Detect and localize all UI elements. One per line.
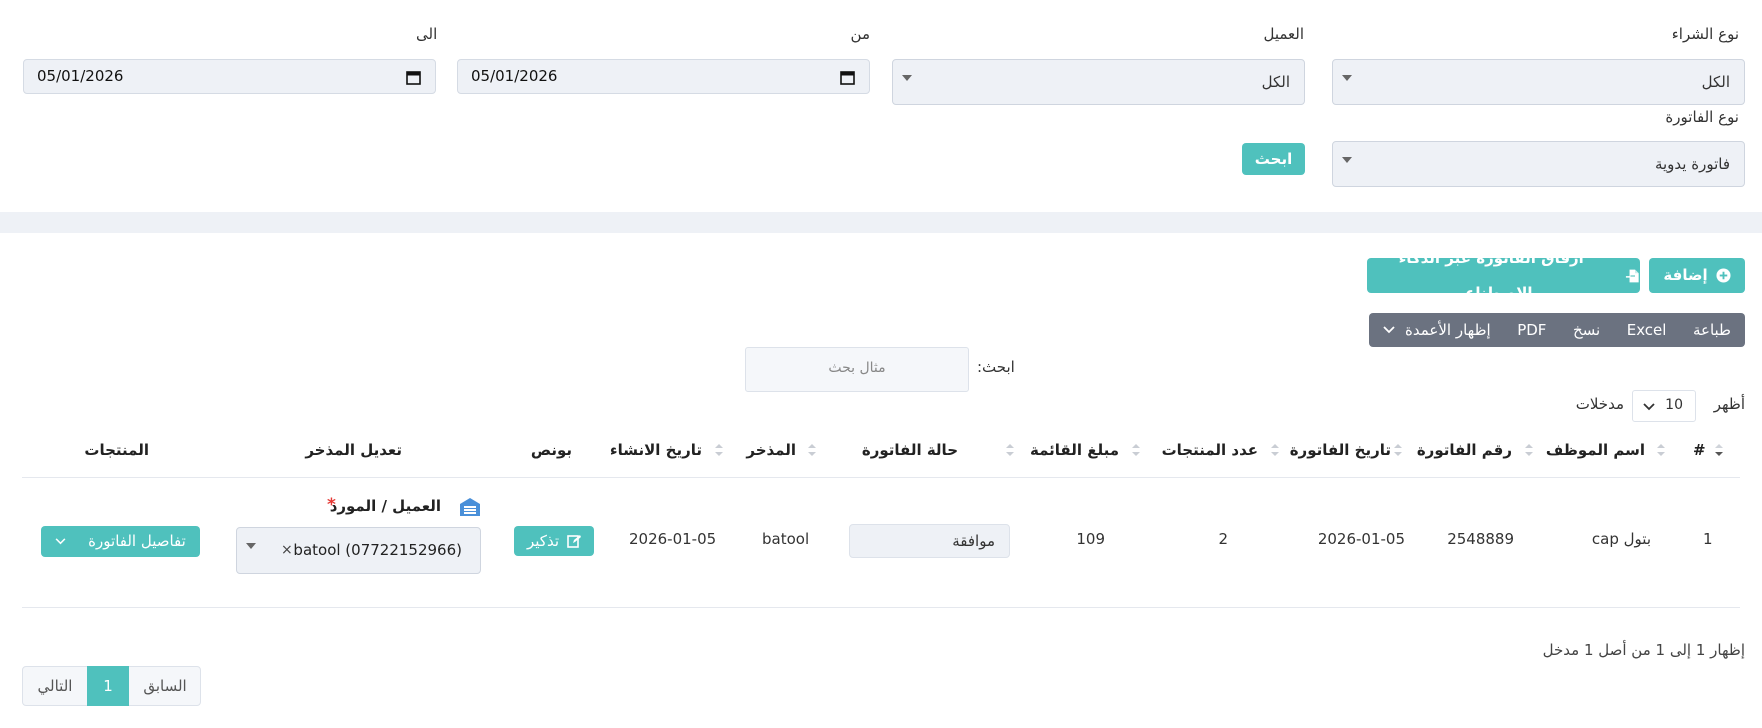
to-date-input[interactable]: 05/01/2026 xyxy=(23,59,436,94)
purchase-type-select[interactable]: الكل xyxy=(1332,59,1745,105)
print-button[interactable]: طباعة xyxy=(1693,321,1731,339)
cell-invoice-date: 2026-01-05 xyxy=(1317,530,1405,548)
attach-ai-invoice-button[interactable]: ارفاق الفاتورة عبر الذكاء الاصطناعي xyxy=(1367,249,1640,302)
chevron-down-icon xyxy=(1342,75,1352,81)
sort-icon[interactable] xyxy=(1392,443,1404,457)
add-button[interactable]: إضافة xyxy=(1649,258,1745,293)
client-supplier-label: العميل / المورد xyxy=(329,497,441,515)
header-saved-by[interactable]: المذخر xyxy=(746,441,796,459)
table-bottom-divider xyxy=(22,607,1740,608)
purchase-type-label: نوع الشراء xyxy=(1671,25,1739,43)
header-products-count[interactable]: عدد المنتجات xyxy=(1162,441,1258,459)
table-search-label: ابحث: xyxy=(977,358,1015,376)
table-search-input[interactable]: مثال بحث xyxy=(745,347,969,392)
pdf-button[interactable]: PDF xyxy=(1517,321,1546,339)
sort-icon[interactable] xyxy=(713,443,725,457)
cell-saved-by: batool xyxy=(762,530,810,548)
cell-products-count: 2 xyxy=(1218,530,1228,548)
table-info: إظهار 1 إلى 1 من أصل 1 مدخل xyxy=(1542,641,1745,659)
status-badge-label: موافقة xyxy=(952,532,995,550)
to-date-label: الى xyxy=(416,25,438,43)
status-badge: موافقة xyxy=(849,524,1010,558)
header-invoice-status[interactable]: حالة الفاتورة xyxy=(862,441,958,459)
header-invoice-date[interactable]: تاريخ الفاتورة xyxy=(1290,441,1391,459)
header-employee-name[interactable]: اسم الموظف xyxy=(1546,441,1645,459)
cell-created-date: 2026-01-05 xyxy=(629,530,717,548)
plus-circle-icon xyxy=(1716,268,1731,283)
from-date-label: من xyxy=(850,25,870,43)
customer-select[interactable]: الكل xyxy=(892,59,1305,105)
edit-icon xyxy=(567,535,581,548)
invoice-details-button[interactable]: تفاصيل الفاتورة xyxy=(41,526,200,557)
length-entries-label: مدخلات xyxy=(1575,395,1624,413)
header-list-amount[interactable]: مبلغ القائمة xyxy=(1030,441,1119,459)
invoice-type-label: نوع الفاتورة xyxy=(1665,108,1739,126)
calendar-icon[interactable] xyxy=(840,70,855,85)
header-number[interactable]: # xyxy=(1693,441,1706,459)
sort-icon[interactable] xyxy=(1004,443,1016,457)
header-bonus: بونص xyxy=(530,441,572,459)
chevron-down-icon xyxy=(1342,157,1352,163)
table-search-placeholder: مثال بحث xyxy=(828,360,886,376)
length-select[interactable]: 10 xyxy=(1632,390,1696,422)
required-mark: * xyxy=(327,495,336,515)
sort-icon[interactable] xyxy=(1130,443,1142,457)
table-header-divider xyxy=(22,477,1740,478)
sort-desc-icon[interactable] xyxy=(1713,443,1725,457)
customer-value: الكل xyxy=(1261,73,1290,91)
invoice-details-label: تفاصيل الفاتورة xyxy=(88,532,186,550)
attach-ai-invoice-label: ارفاق الفاتورة عبر الذكاء الاصطناعي xyxy=(1398,248,1584,302)
cell-list-amount: 109 xyxy=(1076,530,1105,548)
export-toolbar: طباعة Excel نسخ PDF إظهار الأعمدة xyxy=(1369,313,1745,347)
add-button-label: إضافة xyxy=(1663,266,1708,284)
clear-selection-icon[interactable]: × xyxy=(281,542,293,558)
header-invoice-number[interactable]: رقم الفاتورة xyxy=(1417,441,1512,459)
copy-button[interactable]: نسخ xyxy=(1573,321,1600,339)
from-date-value: 05/01/2026 xyxy=(471,67,558,85)
chevron-down-icon xyxy=(246,543,256,549)
excel-button[interactable]: Excel xyxy=(1627,321,1667,339)
from-date-input[interactable]: 05/01/2026 xyxy=(457,59,870,94)
purchase-type-value: الكل xyxy=(1701,73,1730,91)
invoice-type-select[interactable]: فاتورة يدوية xyxy=(1332,141,1745,187)
sort-icon[interactable] xyxy=(1523,443,1535,457)
previous-page-button[interactable]: السابق xyxy=(129,667,201,705)
to-date-value: 05/01/2026 xyxy=(37,67,124,85)
customer-label: العميل xyxy=(1263,25,1304,43)
invoice-type-value: فاتورة يدوية xyxy=(1654,155,1730,173)
client-supplier-value: batool (07722152966) xyxy=(293,541,462,559)
cell-employee-name: بتول cap xyxy=(1591,530,1651,548)
chevron-down-icon xyxy=(902,75,912,81)
client-supplier-select[interactable]: batool (07722152966) × xyxy=(236,527,481,574)
search-button[interactable]: ابحث xyxy=(1242,143,1305,175)
calendar-icon[interactable] xyxy=(406,70,421,85)
pagination: التالي 1 السابق xyxy=(22,666,201,706)
column-visibility-label: إظهار الأعمدة xyxy=(1405,321,1491,339)
sort-icon[interactable] xyxy=(806,443,818,457)
warehouse-icon xyxy=(460,498,480,516)
length-value: 10 xyxy=(1665,397,1683,413)
cell-number: 1 xyxy=(1703,530,1713,548)
chevron-down-icon xyxy=(1383,326,1395,334)
remind-button[interactable]: تذكير xyxy=(514,526,594,556)
cell-invoice-number: 2548889 xyxy=(1447,530,1514,548)
page-1-button[interactable]: 1 xyxy=(87,666,129,706)
next-page-button[interactable]: التالي xyxy=(23,667,87,705)
chevron-down-icon xyxy=(1643,403,1655,411)
header-created-date[interactable]: تاريخ الانشاء xyxy=(610,441,702,459)
header-edit-saver: تعديل المذخر xyxy=(305,441,402,459)
remind-button-label: تذكير xyxy=(527,532,559,550)
sort-icon[interactable] xyxy=(1655,443,1667,457)
column-visibility-button[interactable]: إظهار الأعمدة xyxy=(1383,321,1491,339)
length-show-label: أظهر xyxy=(1713,395,1745,413)
chevron-down-icon xyxy=(55,538,66,545)
sort-icon[interactable] xyxy=(1269,443,1281,457)
header-products: المنتجات xyxy=(84,441,149,459)
section-divider xyxy=(0,212,1762,233)
file-import-icon xyxy=(1626,269,1640,282)
